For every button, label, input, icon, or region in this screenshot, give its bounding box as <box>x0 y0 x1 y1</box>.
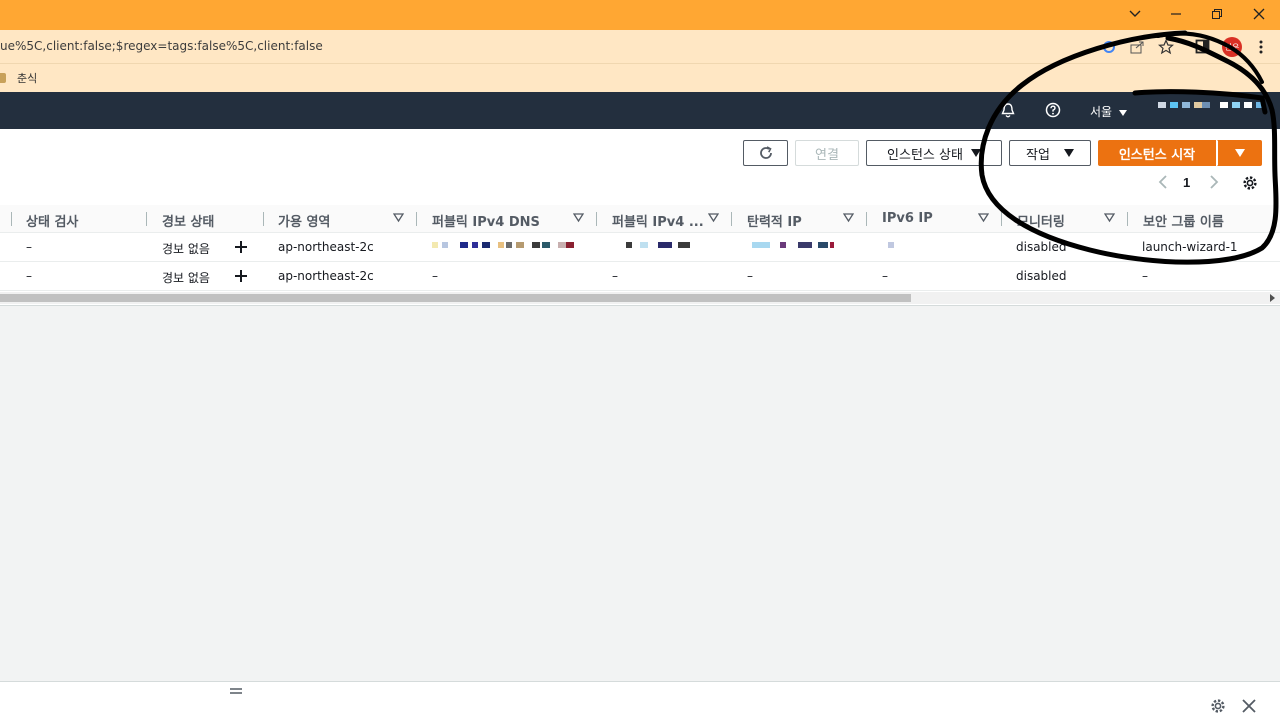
column-divider[interactable] <box>866 212 867 226</box>
instance-state-dropdown[interactable]: 인스턴스 상태 <box>866 140 1002 166</box>
url-text[interactable]: ue%5C,client:false;$regex=tags:false%5C,… <box>0 39 323 53</box>
restore-button[interactable] <box>1196 0 1238 28</box>
redacted-ipv6 <box>888 242 896 250</box>
refresh-icon <box>759 146 772 159</box>
ipv6-cell: – <box>882 269 888 283</box>
column-divider[interactable] <box>11 212 12 226</box>
column-header-public-ipv4-dns[interactable]: 퍼블릭 IPv4 DNS <box>432 211 540 230</box>
table-header: 상태 검사 경보 상태 가용 영역 퍼블릭 IPv4 DNS 퍼블릭 IPv4 … <box>0 205 1280 233</box>
column-divider[interactable] <box>1001 212 1002 226</box>
split-panel-settings-gear-icon[interactable] <box>1210 698 1226 714</box>
column-header-ipv6-ip[interactable]: IPv6 IP <box>882 211 933 226</box>
column-divider[interactable] <box>731 212 732 226</box>
column-header-alarm-status[interactable]: 경보 상태 <box>162 211 214 230</box>
close-panel-icon[interactable] <box>1242 699 1256 713</box>
sort-icon[interactable] <box>573 212 584 223</box>
monitoring-cell: disabled <box>1016 240 1067 254</box>
alarm-status-cell: 경보 없음 <box>162 242 210 256</box>
caret-down-icon <box>1063 149 1074 157</box>
next-page-icon[interactable] <box>1209 175 1219 189</box>
column-header-availability-zone[interactable]: 가용 영역 <box>278 211 330 230</box>
column-header-security-group-name[interactable]: 보안 그룹 이름 <box>1143 211 1224 230</box>
horizontal-scrollbar[interactable] <box>0 292 1280 304</box>
connect-button[interactable]: 연결 <box>795 140 859 166</box>
sort-icon[interactable] <box>843 212 854 223</box>
bookmark-star-icon[interactable] <box>1158 39 1174 55</box>
bookmark-favicon-icon <box>0 73 6 83</box>
minimize-button[interactable] <box>1155 0 1197 28</box>
page-number[interactable]: 1 <box>1183 175 1190 190</box>
profile-avatar[interactable]: 현우 <box>1222 37 1242 57</box>
region-label: 서울 <box>1090 105 1113 119</box>
refresh-button[interactable] <box>743 140 788 166</box>
column-header-public-ipv4[interactable]: 퍼블릭 IPv4 ... <box>612 211 704 230</box>
column-divider[interactable] <box>1127 212 1128 226</box>
sort-icon[interactable] <box>978 212 989 223</box>
address-bar[interactable]: ue%5C,client:false;$regex=tags:false%5C,… <box>0 30 1280 63</box>
table-row[interactable]: – 경보 없음 ap-northeast-2c – – – – disabled… <box>0 262 1280 291</box>
availability-zone-cell: ap-northeast-2c <box>278 269 374 283</box>
status-check-cell: – <box>26 269 32 283</box>
table-row[interactable]: – 경보 없음 ap-northeast-2c disabled launch-… <box>0 233 1280 262</box>
resize-handle-icon[interactable] <box>229 687 243 695</box>
tab-search-button[interactable] <box>1114 0 1156 28</box>
share-icon[interactable] <box>1130 39 1146 55</box>
launch-instances-button[interactable]: 인스턴스 시작 <box>1098 140 1216 166</box>
scroll-right-arrow-icon[interactable] <box>1268 294 1276 302</box>
redacted-public-ipv4 <box>612 242 732 250</box>
table-settings-gear-icon[interactable] <box>1242 175 1258 191</box>
column-divider[interactable] <box>596 212 597 226</box>
launch-options-dropdown[interactable] <box>1217 140 1262 166</box>
close-window-button[interactable] <box>1238 0 1280 28</box>
bookmarks-bar: 춘식 <box>0 63 1280 92</box>
aws-top-nav: 서울 <box>0 92 1280 129</box>
redacted-public-dns <box>432 242 592 250</box>
add-alarm-plus-icon[interactable] <box>234 269 248 283</box>
scrollbar-thumb[interactable] <box>0 294 911 302</box>
security-group-cell[interactable]: launch-wizard-1 <box>1142 240 1238 254</box>
public-ipv4-cell: – <box>612 269 618 283</box>
previous-page-icon[interactable] <box>1158 175 1168 189</box>
column-header-monitoring[interactable]: 모니터링 <box>1017 211 1065 230</box>
caret-down-icon <box>970 149 981 157</box>
sort-icon[interactable] <box>1104 212 1115 223</box>
google-lens-icon[interactable] <box>1102 40 1116 54</box>
restore-icon <box>1212 9 1222 19</box>
public-dns-cell: – <box>432 269 438 283</box>
column-header-status-check[interactable]: 상태 검사 <box>26 211 78 230</box>
elastic-ip-cell: – <box>747 269 753 283</box>
chevron-down-icon <box>1129 10 1141 17</box>
security-group-cell: – <box>1142 269 1148 283</box>
availability-zone-cell: ap-northeast-2c <box>278 240 374 254</box>
notifications-bell-icon[interactable] <box>1000 102 1016 119</box>
region-selector[interactable]: 서울 <box>1090 103 1127 120</box>
monitoring-cell: disabled <box>1016 269 1067 283</box>
browser-title-bar <box>0 0 1280 30</box>
kebab-menu-icon[interactable] <box>1258 39 1264 55</box>
column-divider[interactable] <box>416 212 417 226</box>
actions-dropdown[interactable]: 작업 <box>1009 140 1091 166</box>
column-header-elastic-ip[interactable]: 탄력적 IP <box>747 211 802 230</box>
redacted-elastic-ip <box>750 242 870 250</box>
status-check-cell: – <box>26 240 32 254</box>
add-alarm-plus-icon[interactable] <box>234 240 248 254</box>
side-panel-icon[interactable] <box>1195 39 1210 54</box>
help-icon[interactable] <box>1045 102 1061 118</box>
account-menu[interactable] <box>1158 100 1270 108</box>
minimize-icon <box>1171 13 1181 15</box>
sort-icon[interactable] <box>708 212 719 223</box>
caret-down-icon <box>1118 110 1127 116</box>
caret-down-icon <box>1234 149 1245 157</box>
column-divider[interactable] <box>146 212 147 226</box>
bookmark-item[interactable]: 춘식 <box>17 70 37 86</box>
actions-label: 작업 <box>1026 147 1050 163</box>
column-divider[interactable] <box>263 212 264 226</box>
sort-icon[interactable] <box>393 212 404 223</box>
alarm-status-cell: 경보 없음 <box>162 271 210 285</box>
close-icon <box>1253 8 1265 20</box>
instance-state-label: 인스턴스 상태 <box>887 147 963 163</box>
split-panel <box>0 681 1280 721</box>
